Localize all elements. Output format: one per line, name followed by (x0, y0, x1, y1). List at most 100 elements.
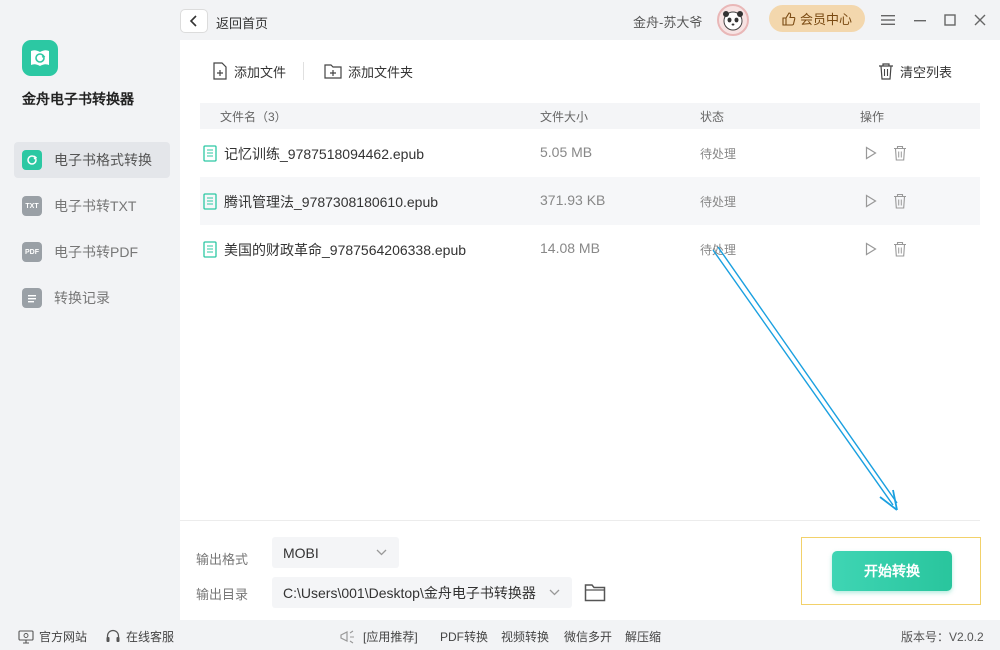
start-convert-button[interactable]: 开始转换 (832, 551, 952, 591)
play-icon (865, 146, 877, 160)
sidebar-item-label: 电子书转TXT (54, 198, 137, 214)
convert-icon (22, 150, 42, 170)
status-bar: 官方网站 在线客服 [应用推荐] PDF转换 视频转换 微信多开 解压缩 版本号… (0, 620, 1000, 650)
delete-button[interactable] (891, 144, 909, 162)
add-folder-label: 添加文件夹 (348, 64, 414, 80)
megaphone-icon (340, 630, 354, 643)
chevron-down-icon (549, 589, 560, 596)
chevron-left-icon (189, 15, 197, 27)
menu-button[interactable] (878, 10, 898, 30)
pdf-convert-link[interactable]: PDF转换 (440, 628, 488, 645)
delete-button[interactable] (891, 240, 909, 258)
file-table-header: 文件名（3） 文件大小 状态 操作 (200, 103, 980, 129)
file-size: 371.93 KB (540, 192, 606, 208)
txt-icon: TXT (22, 196, 42, 216)
sidebar-nav: 电子书格式转换 TXT 电子书转TXT PDF 电子书转PDF 转换记录 (14, 142, 170, 326)
output-format-value: MOBI (283, 544, 319, 561)
file-status: 待处理 (700, 147, 737, 161)
file-size: 5.05 MB (540, 144, 593, 160)
header-action: 操作 (860, 110, 885, 124)
hamburger-menu-icon (881, 15, 895, 25)
header-filename: 文件名（3） (220, 110, 287, 124)
file-size: 14.08 MB (540, 240, 600, 256)
record-icon (22, 288, 42, 308)
header-filesize: 文件大小 (540, 110, 589, 124)
back-label[interactable]: 返回首页 (216, 13, 268, 32)
app-recommend-link[interactable]: [应用推荐] (338, 628, 418, 645)
output-format-select[interactable]: MOBI (272, 537, 399, 568)
sidebar: 金舟电子书转换器 电子书格式转换 TXT 电子书转TXT PDF 电子书转PDF… (0, 0, 180, 620)
sidebar-item-label: 电子书格式转换 (54, 152, 152, 168)
unzip-link[interactable]: 解压缩 (625, 628, 661, 645)
output-format-label: 输出格式 (196, 552, 249, 567)
online-support-link[interactable]: 在线客服 (105, 628, 174, 645)
header-status: 状态 (700, 110, 725, 124)
main-panel: 添加文件 添加文件夹 清空列表 文件名（3） 文件大小 状态 操作 记忆训练_9… (180, 40, 1000, 620)
official-website-link[interactable]: 官方网站 (18, 628, 87, 645)
epub-file-icon (203, 145, 217, 162)
browse-folder-button[interactable] (584, 583, 606, 603)
delete-button[interactable] (891, 192, 909, 210)
maximize-button[interactable] (940, 10, 960, 30)
sidebar-item-label: 转换记录 (54, 290, 110, 306)
sidebar-item-to-txt[interactable]: TXT 电子书转TXT (14, 188, 170, 224)
avatar[interactable] (717, 4, 749, 36)
sidebar-item-to-pdf[interactable]: PDF 电子书转PDF (14, 234, 170, 270)
video-convert-link[interactable]: 视频转换 (501, 628, 549, 645)
minimize-icon (914, 20, 926, 22)
epub-file-icon (203, 241, 217, 258)
output-dir-value: C:\Users\001\Desktop\金舟电子书转换器 (283, 584, 536, 601)
minimize-button[interactable] (910, 10, 930, 30)
table-row[interactable]: 美国的财政革命_9787564206338.epub 14.08 MB 待处理 (200, 225, 980, 273)
file-name: 记忆训练_9787518094462.epub (224, 146, 425, 162)
maximize-icon (944, 14, 956, 26)
play-icon (865, 194, 877, 208)
file-status: 待处理 (700, 243, 737, 257)
vip-label: 会员中心 (799, 12, 852, 27)
headset-icon (106, 629, 120, 642)
epub-file-icon (203, 193, 217, 210)
file-name: 腾讯管理法_9787308180610.epub (224, 194, 439, 210)
folder-icon (584, 584, 606, 602)
sidebar-item-format-convert[interactable]: 电子书格式转换 (14, 142, 170, 178)
file-status: 待处理 (700, 195, 737, 209)
output-dir-label: 输出目录 (196, 587, 249, 602)
add-file-button[interactable]: 添加文件 (212, 60, 286, 82)
add-file-label: 添加文件 (234, 64, 287, 80)
thumbs-up-icon (782, 11, 796, 26)
trash-icon (894, 145, 906, 161)
trash-icon (894, 241, 906, 257)
user-name: 金舟-苏大爷 (633, 15, 703, 30)
play-button[interactable] (862, 192, 880, 210)
sidebar-item-label: 电子书转PDF (54, 244, 138, 260)
chevron-down-icon (376, 549, 387, 556)
clear-list-label: 清空列表 (900, 64, 953, 80)
table-row[interactable]: 记忆训练_9787518094462.epub 5.05 MB 待处理 (200, 129, 980, 177)
wechat-multi-link[interactable]: 微信多开 (564, 628, 612, 645)
version-label: 版本号：V2.0.2 (901, 630, 984, 644)
play-button[interactable] (862, 144, 880, 162)
app-recommend-label: [应用推荐] (363, 630, 418, 644)
clear-list-button[interactable]: 清空列表 (878, 60, 952, 82)
sidebar-item-records[interactable]: 转换记录 (14, 280, 170, 316)
close-button[interactable] (970, 10, 990, 30)
play-icon (865, 242, 877, 256)
back-button[interactable] (180, 9, 208, 33)
table-row[interactable]: 腾讯管理法_9787308180610.epub 371.93 KB 待处理 (200, 177, 980, 225)
trash-icon (879, 63, 893, 80)
file-name: 美国的财政革命_9787564206338.epub (224, 242, 467, 258)
official-website-label: 官方网站 (39, 630, 88, 644)
output-dir-select[interactable]: C:\Users\001\Desktop\金舟电子书转换器 (272, 577, 572, 608)
add-folder-icon (324, 64, 342, 79)
play-button[interactable] (862, 240, 880, 258)
vip-center-button[interactable]: 会员中心 (769, 5, 865, 32)
top-bar: 返回首页 金舟-苏大爷 会员中心 (180, 0, 1000, 40)
pdf-icon: PDF (22, 242, 42, 262)
toolbar-divider (303, 62, 304, 80)
app-logo-icon (22, 40, 58, 76)
add-file-icon (213, 62, 227, 80)
add-folder-button[interactable]: 添加文件夹 (324, 60, 413, 82)
panda-avatar-icon (723, 11, 743, 31)
close-icon (974, 14, 986, 26)
monitor-icon (18, 629, 34, 644)
